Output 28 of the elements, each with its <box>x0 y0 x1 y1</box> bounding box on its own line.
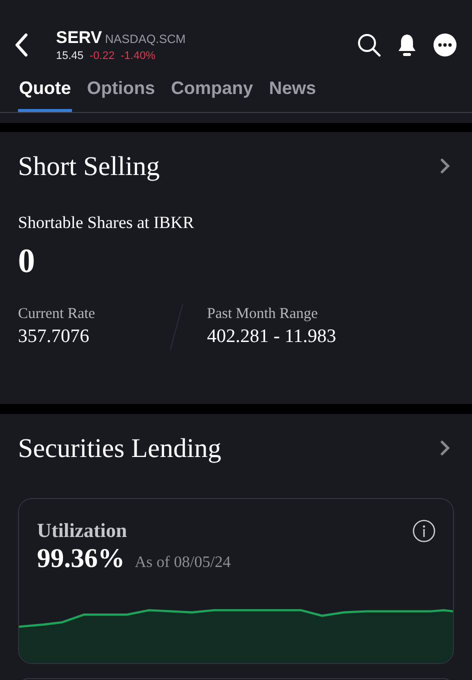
exchange-label: NASDAQ.SCM <box>105 32 186 46</box>
back-icon[interactable] <box>14 33 28 57</box>
shortable-shares-value: 0 <box>18 243 36 281</box>
utilization-label: Utilization <box>37 520 127 542</box>
chevron-right-icon[interactable] <box>440 440 450 456</box>
price: 15.45 <box>56 50 84 62</box>
stat-label: Current Rate <box>18 306 96 323</box>
more-icon[interactable] <box>433 33 457 57</box>
search-icon[interactable] <box>357 33 381 57</box>
price-change: -0.22 <box>90 50 115 62</box>
stat-value: 357.7076 <box>18 326 90 348</box>
section-title: Securities Lending <box>18 432 222 464</box>
section-title: Short Selling <box>18 150 160 182</box>
percent-change: -1.40% <box>120 50 156 62</box>
tab[interactable]: Options <box>86 78 156 112</box>
stat-label: Past Month Range <box>207 306 319 323</box>
stat-value: 402.281 - 11.983 <box>207 326 338 348</box>
ticker-symbol: SERV <box>56 28 102 48</box>
as-of-date: As of 08/05/24 <box>134 554 231 572</box>
utilization-card[interactable]: Utilization 99.36% As of 08/05/24 <box>18 498 454 664</box>
shortable-shares-label: Shortable Shares at IBKR <box>18 213 196 233</box>
chevron-right-icon[interactable] <box>440 158 450 174</box>
tab[interactable]: Quote <box>18 78 72 112</box>
info-icon[interactable] <box>412 519 436 543</box>
tab[interactable]: News <box>268 78 318 112</box>
bell-icon[interactable] <box>397 33 417 57</box>
tab[interactable]: Company <box>170 78 254 112</box>
utilization-value: 99.36% <box>37 543 125 574</box>
